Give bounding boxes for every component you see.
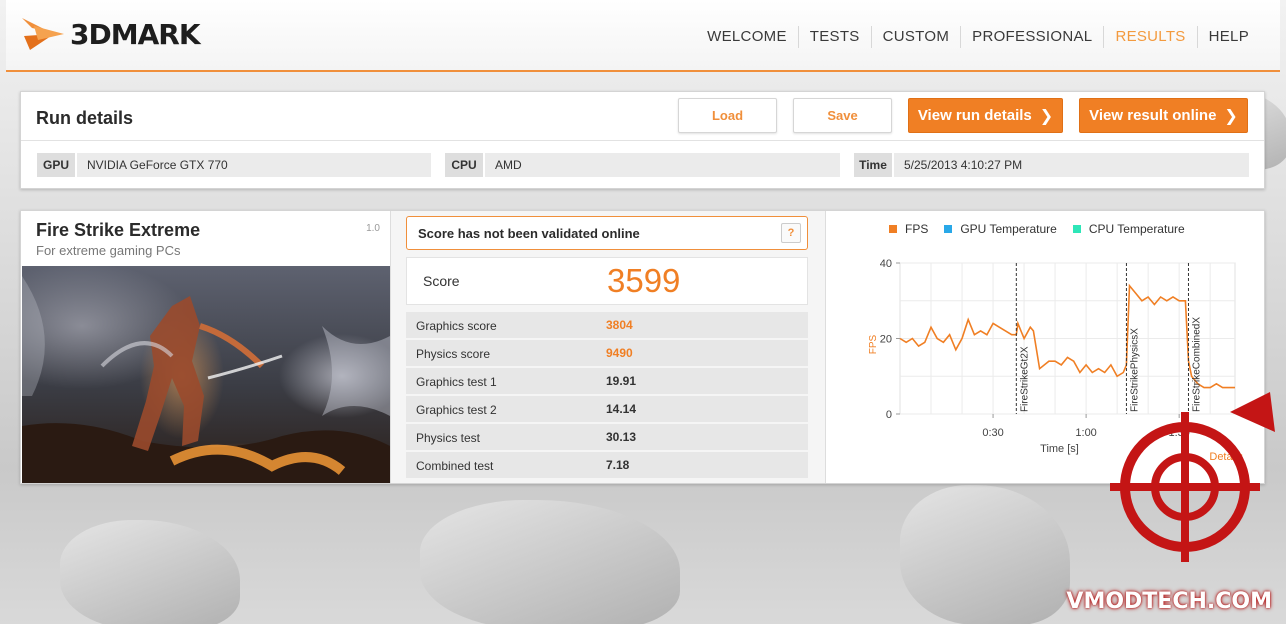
background-rock <box>420 500 680 624</box>
benchmark-artwork <box>22 266 390 483</box>
cpu-info: CPU AMD <box>445 153 840 177</box>
result-panel: Fire Strike Extreme For extreme gaming P… <box>20 210 1265 484</box>
row-value: 9490 <box>606 346 633 360</box>
app-logo[interactable]: 3DMARK <box>20 12 201 56</box>
score-value: 3599 <box>607 262 681 299</box>
y-tick-label: 40 <box>880 258 892 270</box>
top-header: 3DMARK WELCOME TESTS CUSTOM PROFESSIONAL… <box>6 0 1280 72</box>
x-tick-label: 0:30 <box>982 427 1003 439</box>
y-axis-label: FPS <box>868 334 879 354</box>
row-value: 14.14 <box>606 402 637 416</box>
view-run-details-label: View run details <box>917 107 1032 124</box>
load-button[interactable]: Load <box>678 98 777 133</box>
nav-custom[interactable]: CUSTOM <box>870 26 961 48</box>
row-label: Physics test <box>416 431 481 445</box>
table-row: Physics test 30.13 <box>406 424 808 450</box>
row-value: 7.18 <box>606 458 630 472</box>
divider <box>21 140 1264 141</box>
fire-giant-artwork <box>22 276 390 483</box>
y-tick-label: 20 <box>880 334 892 346</box>
time-info: Time 5/25/2013 4:10:27 PM <box>854 153 1249 177</box>
main-nav: WELCOME TESTS CUSTOM PROFESSIONAL RESULT… <box>696 26 1260 48</box>
nav-tests[interactable]: TESTS <box>797 26 871 48</box>
gpu-value: NVIDIA GeForce GTX 770 <box>77 153 431 177</box>
cpu-value: AMD <box>485 153 840 177</box>
table-row: Graphics score 3804 <box>406 312 808 338</box>
logo-text: 3DMARK <box>70 17 201 51</box>
view-result-online-label: View result online <box>1089 107 1217 124</box>
validation-message: Score has not been validated online <box>418 225 640 241</box>
nav-results[interactable]: RESULTS <box>1103 26 1196 48</box>
benchmark-card: Fire Strike Extreme For extreme gaming P… <box>21 211 391 483</box>
row-label: Physics score <box>416 347 491 361</box>
score-box: Score 3599 <box>406 257 808 305</box>
gpu-info: GPU NVIDIA GeForce GTX 770 <box>37 153 431 177</box>
view-run-details-button[interactable]: View run details ❯ <box>908 98 1063 133</box>
nav-help[interactable]: HELP <box>1196 26 1260 48</box>
table-row: Graphics test 2 14.14 <box>406 396 808 422</box>
row-label: Graphics score <box>416 319 497 333</box>
watermark-text: VMODTECH.COM <box>1066 589 1272 614</box>
help-icon[interactable]: ? <box>781 223 801 243</box>
score-section: Score has not been validated online ? Sc… <box>405 211 809 483</box>
row-value: 19.91 <box>606 374 637 388</box>
table-row: Physics score 9490 <box>406 340 808 366</box>
row-label: Graphics test 1 <box>416 375 497 389</box>
row-value: 3804 <box>606 318 633 332</box>
nav-professional[interactable]: PROFESSIONAL <box>960 26 1103 48</box>
time-value: 5/25/2013 4:10:27 PM <box>894 153 1249 177</box>
cpu-label: CPU <box>445 153 483 177</box>
view-result-online-button[interactable]: View result online ❯ <box>1079 98 1248 133</box>
phase-marker-label: FireStrikeGt2X <box>1019 346 1030 412</box>
row-label: Combined test <box>416 459 494 473</box>
x-tick-label: 1:00 <box>1075 427 1096 439</box>
watermark-logo-icon <box>1110 392 1275 562</box>
row-label: Graphics test 2 <box>416 403 497 417</box>
x-axis-label: Time [s] <box>1040 443 1079 455</box>
y-tick-label: 0 <box>886 409 892 421</box>
flame-logo-icon <box>22 18 64 50</box>
benchmark-subtitle: For extreme gaming PCs <box>36 243 181 258</box>
benchmark-version: 1.0 <box>366 223 380 234</box>
nav-welcome[interactable]: WELCOME <box>696 26 798 48</box>
row-value: 30.13 <box>606 430 637 444</box>
table-row: Graphics test 1 19.91 <box>406 368 808 394</box>
score-label: Score <box>423 273 460 289</box>
validation-banner: Score has not been validated online ? <box>406 216 808 250</box>
benchmark-name: Fire Strike Extreme <box>36 220 201 240</box>
table-row: Combined test 7.18 <box>406 452 808 478</box>
background-rock <box>900 485 1070 624</box>
run-details-title: Run details <box>36 108 134 128</box>
save-button[interactable]: Save <box>793 98 892 133</box>
time-label: Time <box>854 153 892 177</box>
gpu-label: GPU <box>37 153 75 177</box>
run-details-panel: Run details Load Save View run details ❯… <box>20 91 1265 189</box>
chevron-right-icon: ❯ <box>1039 107 1054 125</box>
chevron-right-icon: ❯ <box>1224 107 1238 125</box>
background-rock <box>60 520 240 624</box>
